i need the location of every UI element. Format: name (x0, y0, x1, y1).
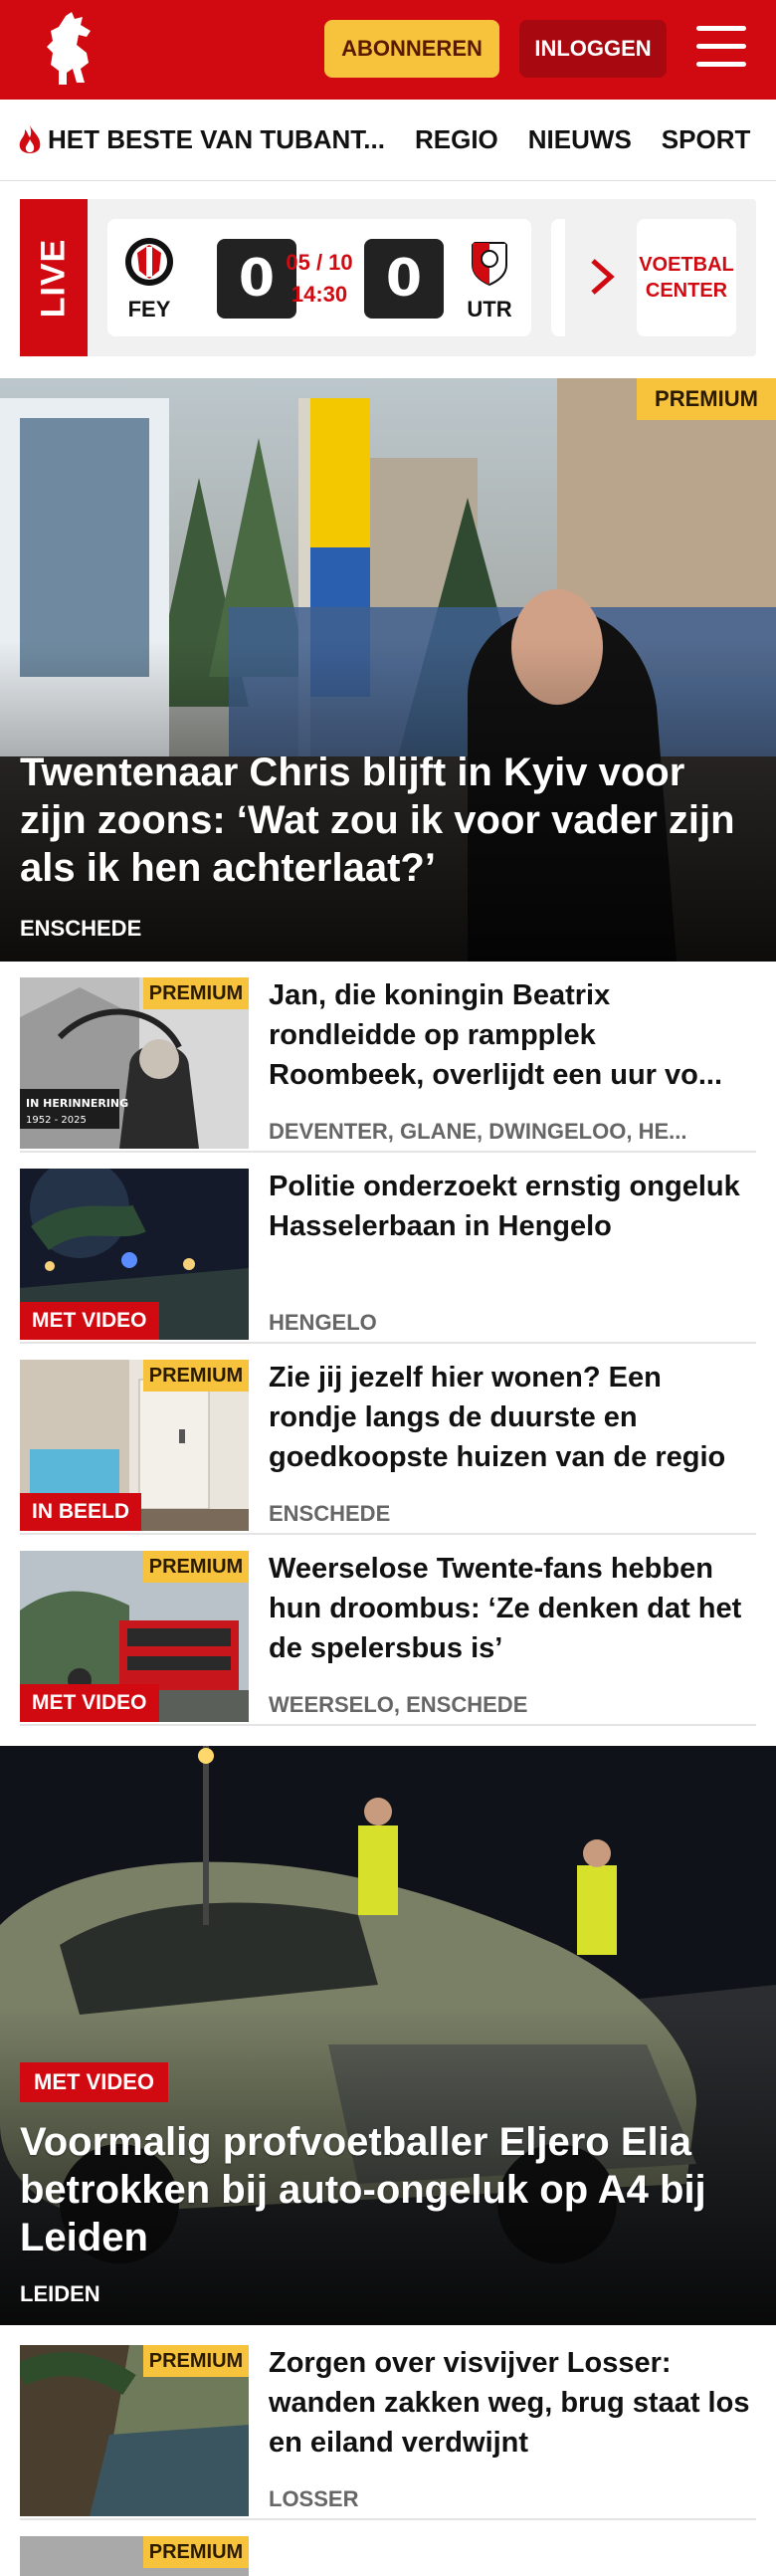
article-title[interactable]: Zie jij jezelf hier wonen? Een rondje la… (269, 1358, 756, 1477)
premium-badge: PREMIUM (143, 2345, 249, 2377)
feyenoord-crest-icon (125, 238, 173, 286)
in-beeld-tag: IN BEELD (20, 1493, 142, 1531)
article-thumbnail: IN HERINNERING 1952 - 2025 PREMIUM (20, 977, 249, 1149)
nav-label: SPORT (661, 124, 751, 154)
article-thumbnail: PREMIUM IN BEELD (20, 1360, 249, 1531)
away-team: UTR (460, 237, 519, 322)
premium-badge: PREMIUM (143, 1360, 249, 1392)
away-score: 0 (364, 239, 444, 319)
match-card[interactable]: FEY 0 05 / 10 14:30 0 UTR (107, 219, 531, 336)
hero-title[interactable]: Twentenaar Chris blijft in Kyiv voor zij… (20, 749, 756, 892)
video-tag: MET VIDEO (20, 1684, 159, 1722)
article-title[interactable]: Politie onderzoekt ernstig ongeluk Hasse… (269, 1167, 756, 1246)
live-scores-strip: LIVE FEY 0 05 / 10 14:30 0 UTR VOETBAL C… (20, 199, 756, 356)
hero-location: ENSCHEDE (20, 916, 142, 941)
away-team-name: UTR (467, 297, 512, 322)
premium-badge: PREMIUM (143, 977, 249, 1009)
hamburger-icon[interactable] (696, 26, 746, 72)
list-item[interactable]: MET VIDEO Politie onderzoekt ernstig ong… (20, 1153, 756, 1344)
article-thumbnail: PREMIUM MET VIDEO (20, 1551, 249, 1722)
home-team: FEY (119, 237, 179, 322)
chevron-right-icon[interactable] (587, 257, 617, 297)
match-datetime: 05 / 10 14:30 (286, 250, 353, 307)
live-tag: LIVE (20, 199, 88, 356)
subscribe-button[interactable]: ABONNEREN (324, 20, 499, 78)
tubantia-horse-logo[interactable] (36, 10, 105, 90)
flame-icon (19, 124, 41, 153)
video-tag: MET VIDEO (20, 1302, 159, 1340)
hero-location: LEIDEN (20, 2281, 100, 2306)
list-item[interactable]: PREMIUM IN BEELD Zie jij jezelf hier won… (20, 1344, 756, 1535)
video-tag: MET VIDEO (20, 2062, 169, 2102)
section-nav: HET BESTE VAN TUBANT... REGIO NIEUWS SPO… (0, 100, 776, 181)
site-header: ABONNEREN INLOGGEN (0, 0, 776, 100)
list-item[interactable]: PREMIUM Zorgen over visvijver Losser: wa… (20, 2329, 756, 2520)
svg-text:IN HERINNERING: IN HERINNERING (26, 1097, 128, 1110)
login-button[interactable]: INLOGGEN (519, 20, 667, 78)
voetbal-center-link[interactable]: VOETBAL CENTER (637, 219, 736, 336)
nav-label: NIEUWS (527, 124, 632, 154)
list-item[interactable]: PREMIUM MET VIDEO Weerselose Twente-fans… (20, 1535, 756, 1726)
article-location: HENGELO (269, 1310, 377, 1335)
premium-badge: PREMIUM (143, 1551, 249, 1583)
article-title[interactable]: Zorgen over visvijver Losser: wanden zak… (269, 2343, 756, 2463)
article-thumbnail: PREMIUM (20, 2536, 249, 2576)
article-location: ENSCHEDE (269, 1501, 391, 1526)
article-location: WEERSELO, ENSCHEDE (269, 1692, 528, 1717)
article-title[interactable]: Jan, die koningin Beatrix rondleidde op … (269, 975, 756, 1095)
home-team-name: FEY (127, 297, 171, 322)
nav-item-best-of[interactable]: HET BESTE VAN TUBANT... (16, 123, 385, 157)
nav-item-regio[interactable]: REGIO (415, 124, 498, 155)
next-match-card[interactable] (551, 219, 565, 336)
article-title[interactable]: Weerselose Twente-fans hebben hun droomb… (269, 1549, 756, 1668)
premium-badge: PREMIUM (637, 378, 776, 420)
nav-item-nieuws[interactable]: NIEUWS (528, 124, 632, 155)
hero-article-2[interactable]: MET VIDEO Voormalig profvoetballer Eljer… (0, 1746, 776, 2325)
nav-item-sport[interactable]: SPORT (662, 124, 751, 155)
utrecht-crest-icon (472, 242, 507, 287)
list-item[interactable]: IN HERINNERING 1952 - 2025 PREMIUM Jan, … (20, 962, 756, 1153)
hero-title[interactable]: Voormalig profvoetballer Eljero Elia bet… (20, 2118, 756, 2261)
article-thumbnail: PREMIUM (20, 2345, 249, 2516)
nav-label: REGIO (414, 124, 498, 154)
premium-badge: PREMIUM (143, 2536, 249, 2568)
article-location: DEVENTER, GLANE, DWINGELOO, HE... (269, 1119, 687, 1144)
hero-article[interactable]: PREMIUM Twentenaar Chris blijft in Kyiv … (0, 378, 776, 962)
article-location: LOSSER (269, 2486, 359, 2511)
list-item[interactable]: PREMIUM (20, 2520, 756, 2576)
svg-text:1952 - 2025: 1952 - 2025 (26, 1115, 87, 1126)
article-thumbnail: MET VIDEO (20, 1169, 249, 1340)
nav-label: HET BESTE VAN TUBANT... (48, 124, 385, 154)
